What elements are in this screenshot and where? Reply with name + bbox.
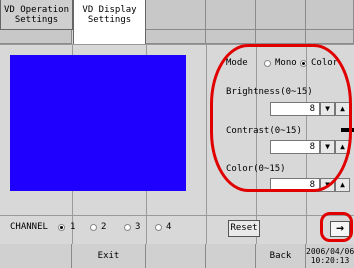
header-empty-cell bbox=[206, 0, 256, 30]
highlight-circle bbox=[320, 212, 353, 242]
datetime-display: 2006/04/06 10:20:13 bbox=[306, 244, 354, 268]
footer-empty-cell bbox=[206, 244, 256, 268]
date-text: 2006/04/06 bbox=[306, 247, 354, 256]
grid-divider bbox=[206, 44, 207, 244]
channel-1-label: 1 bbox=[70, 222, 76, 232]
channel-2-label: 2 bbox=[101, 222, 107, 232]
time-text: 10:20:13 bbox=[310, 256, 350, 265]
channel-4-label: 4 bbox=[166, 222, 172, 232]
tab-label-line1: VD Operation bbox=[3, 5, 70, 15]
tab-vd-display-settings[interactable]: VD Display Settings bbox=[73, 0, 146, 44]
tab-label-line2: Settings bbox=[14, 15, 59, 25]
header-empty-cell bbox=[306, 0, 354, 30]
footer-empty-cell bbox=[146, 244, 206, 268]
reset-button[interactable]: Reset bbox=[228, 220, 260, 237]
row-empty-cell bbox=[256, 30, 306, 44]
tab-label-line2: Settings bbox=[87, 15, 132, 25]
tab-vd-operation-settings[interactable]: VD Operation Settings bbox=[0, 0, 73, 30]
row-empty-cell bbox=[206, 30, 256, 44]
row-empty-cell bbox=[0, 30, 72, 44]
channel-2-radio[interactable] bbox=[90, 224, 97, 231]
header-empty-cell bbox=[146, 0, 206, 30]
exit-button[interactable]: Exit bbox=[72, 244, 146, 268]
tab-label-line1: VD Display bbox=[82, 5, 137, 15]
color-up-button[interactable]: ▲ bbox=[335, 178, 350, 192]
footer-empty-cell bbox=[0, 244, 72, 268]
channel-label: CHANNEL bbox=[10, 222, 48, 232]
row-empty-cell bbox=[146, 30, 206, 44]
header-empty-cell bbox=[256, 0, 306, 30]
back-button[interactable]: Back bbox=[256, 244, 306, 268]
row-empty-cell bbox=[306, 30, 354, 44]
highlight-ellipse bbox=[210, 44, 352, 192]
vd-display-settings-screen: VD Operation Settings VD Display Setting… bbox=[0, 0, 354, 268]
channel-3-label: 3 bbox=[135, 222, 141, 232]
grid-divider bbox=[0, 215, 354, 216]
channel-1-radio[interactable] bbox=[58, 224, 65, 231]
video-preview bbox=[10, 55, 186, 191]
channel-3-radio[interactable] bbox=[124, 224, 131, 231]
channel-4-radio[interactable] bbox=[155, 224, 162, 231]
